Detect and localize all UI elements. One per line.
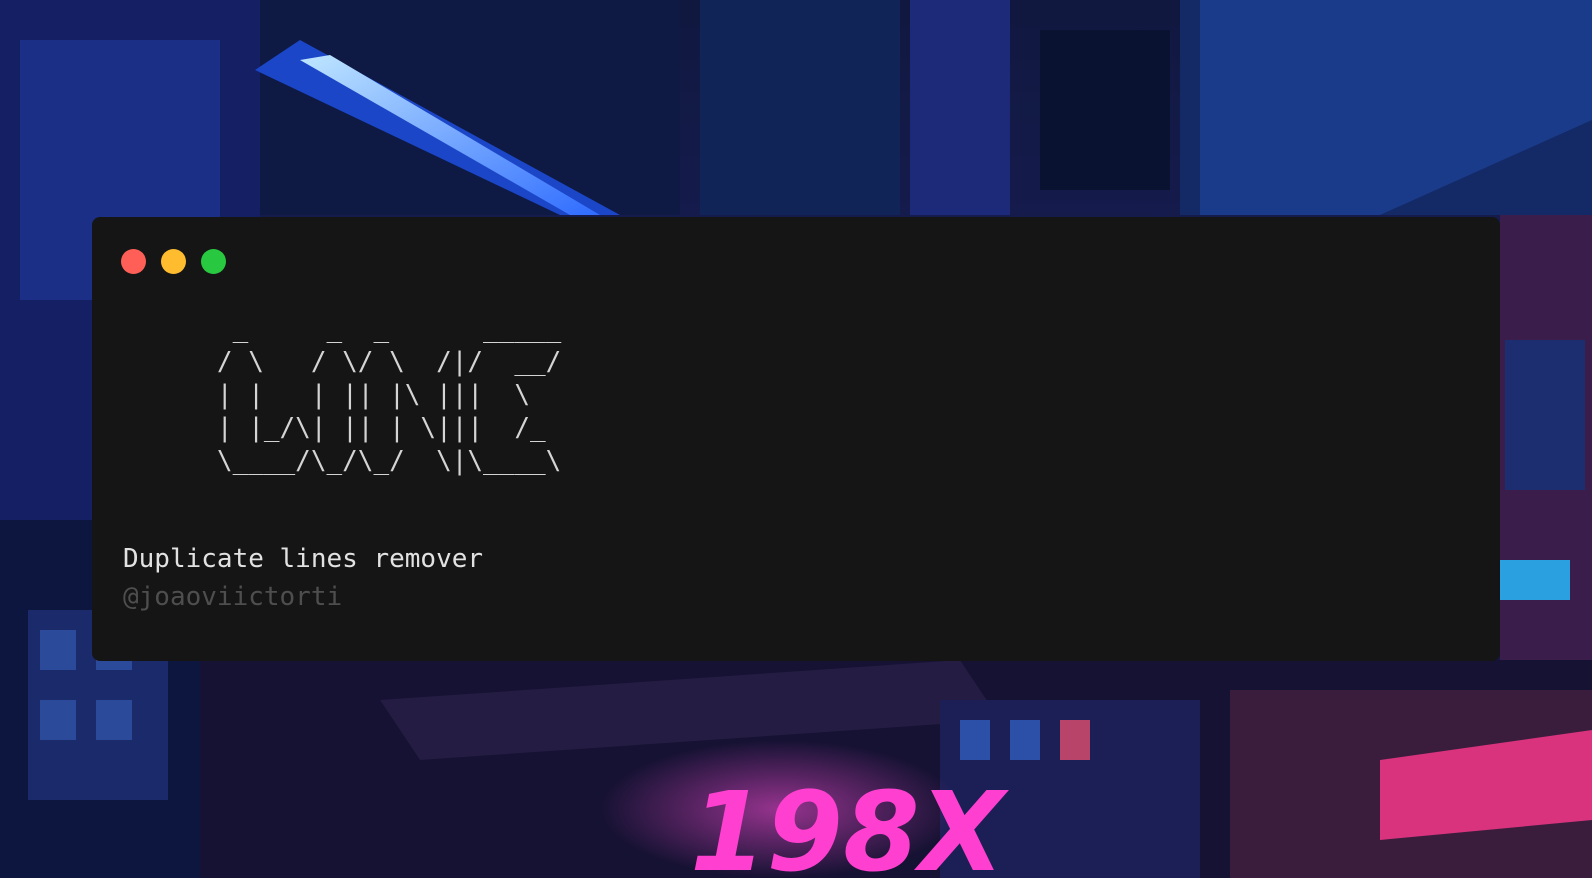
maximize-button[interactable] bbox=[201, 249, 226, 274]
terminal-window: _ _ _ _____ / \ / \/ \ /|/ __/ | | | || … bbox=[92, 217, 1500, 661]
app-subtitle: Duplicate lines remover bbox=[123, 544, 484, 574]
neon-sign: 198X bbox=[690, 768, 1010, 878]
ascii-logo: _ _ _ _____ / \ / \/ \ /|/ __/ | | | || … bbox=[216, 314, 562, 476]
minimize-button[interactable] bbox=[161, 249, 186, 274]
close-button[interactable] bbox=[121, 249, 146, 274]
author-handle: @joaoviictorti bbox=[123, 582, 343, 612]
window-controls bbox=[121, 249, 226, 274]
